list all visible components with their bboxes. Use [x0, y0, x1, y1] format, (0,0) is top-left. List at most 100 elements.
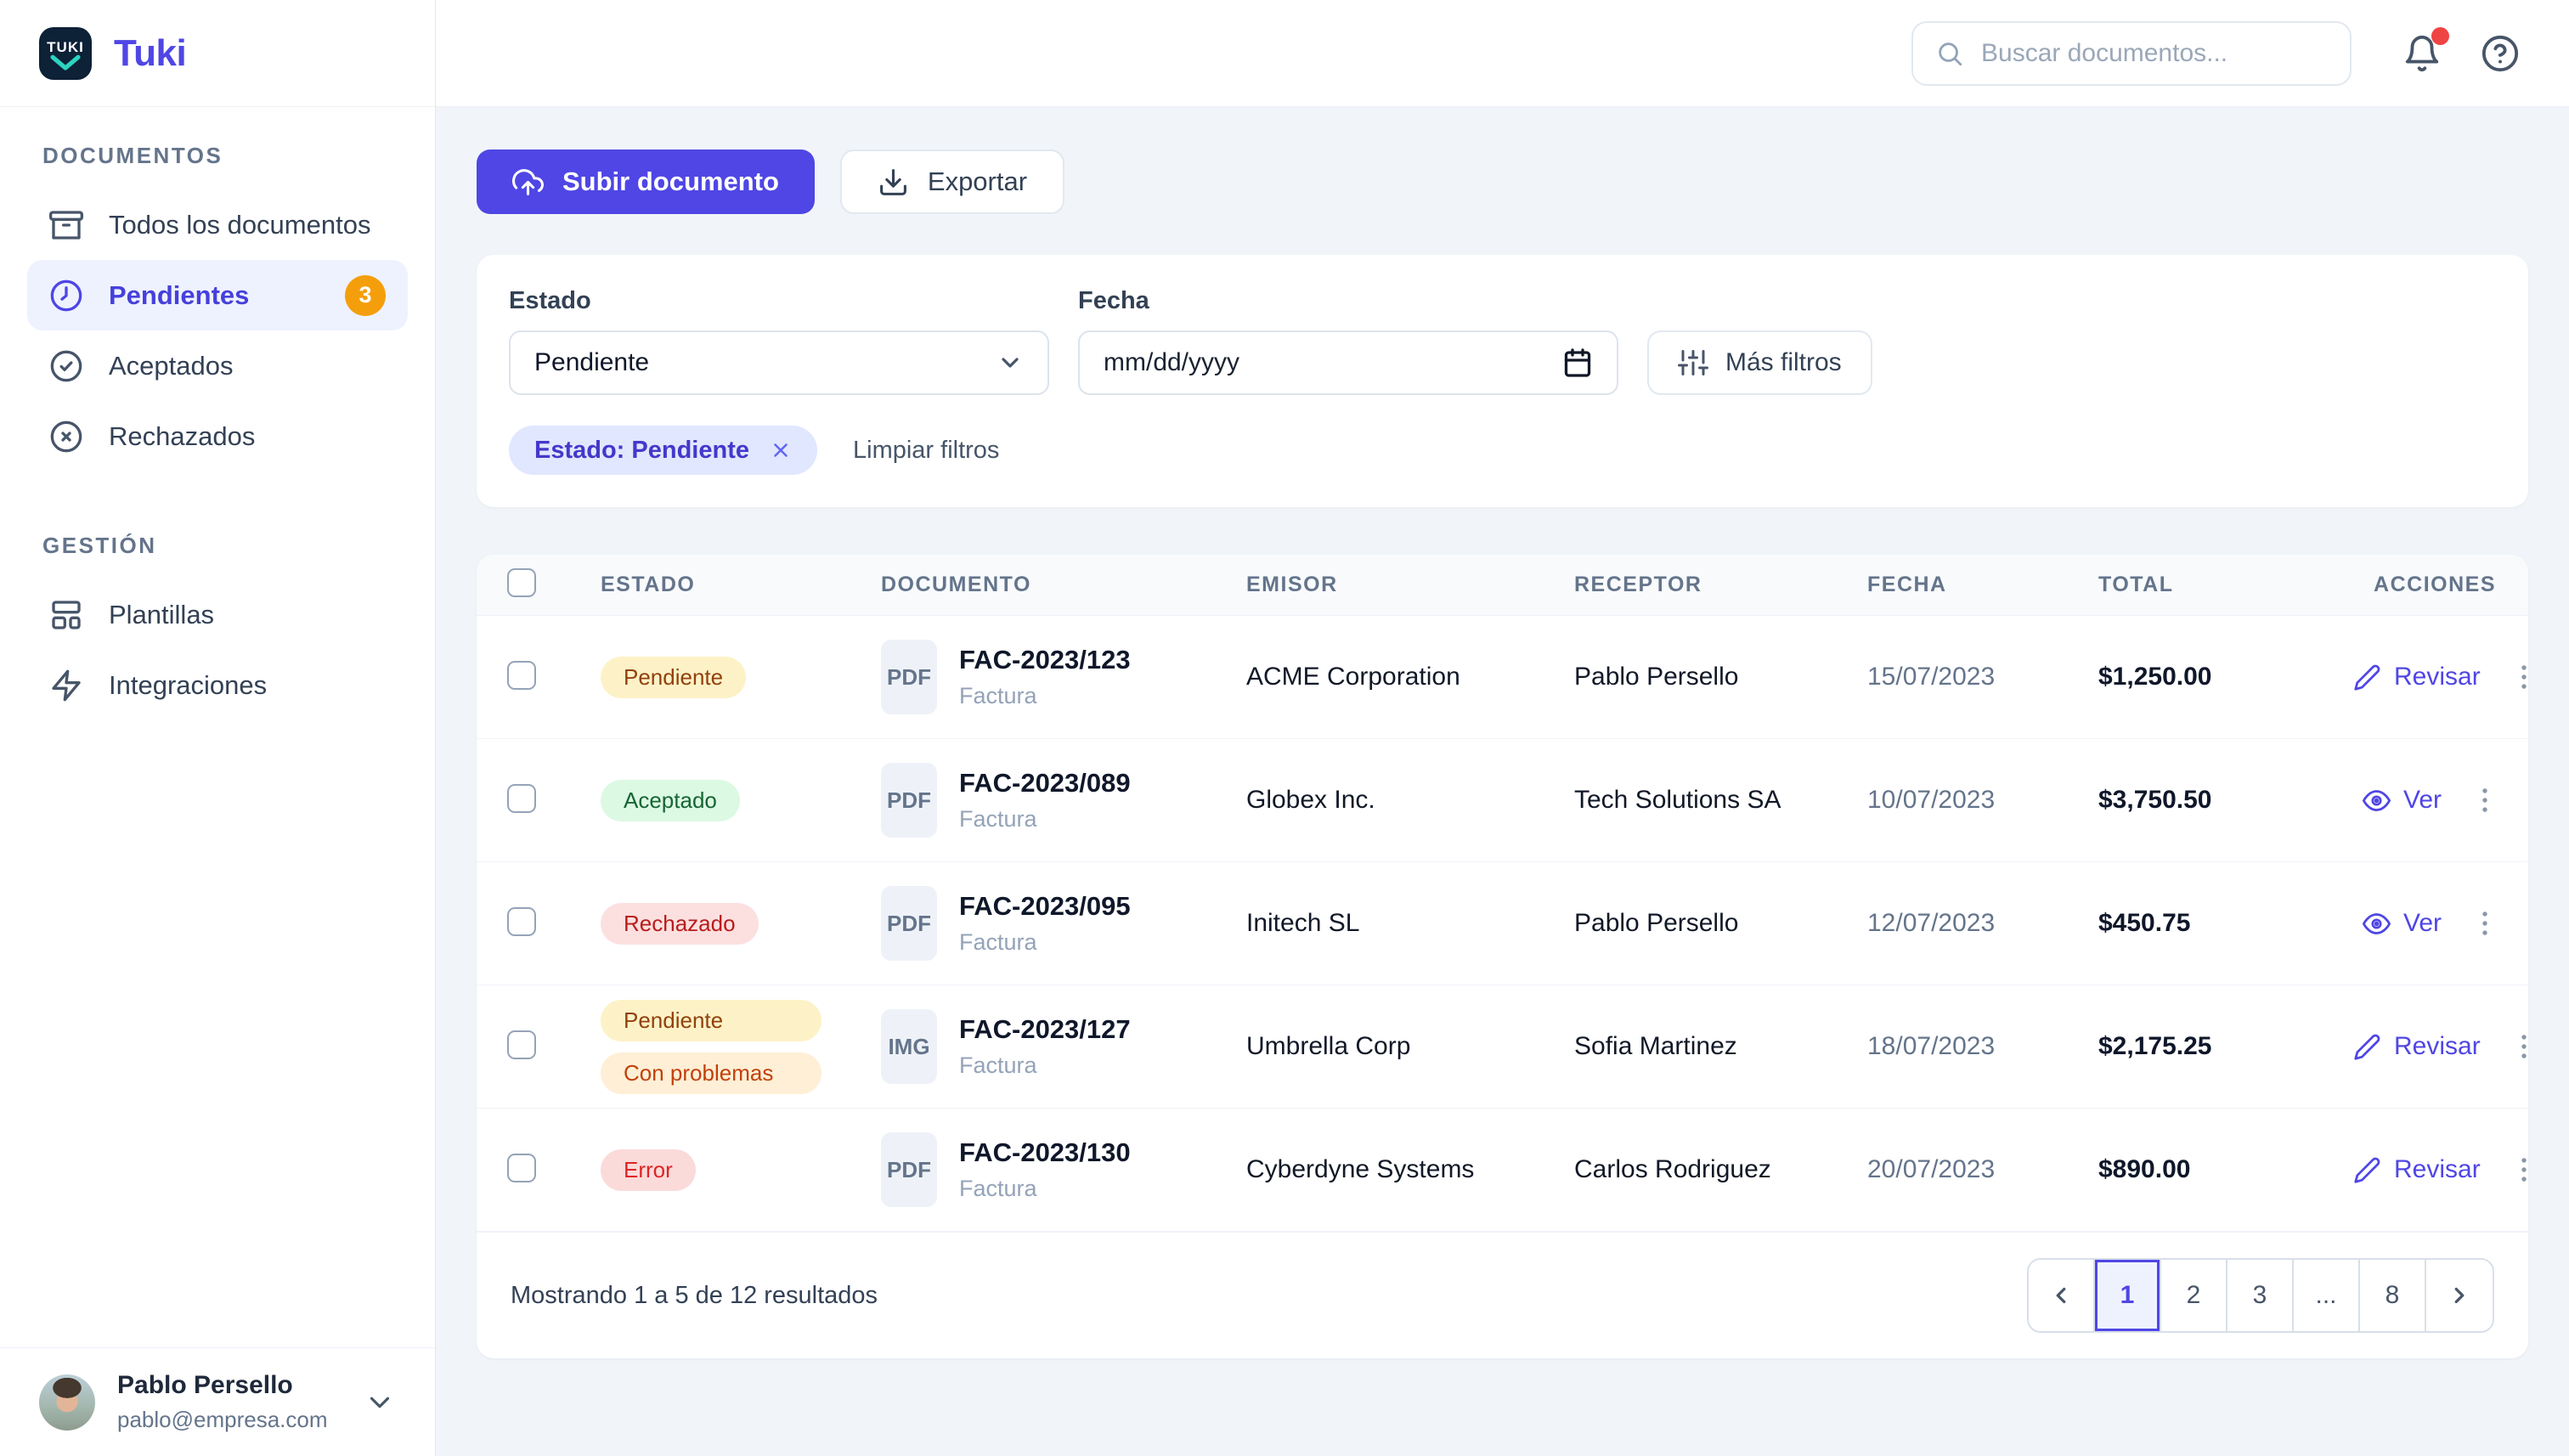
- row-checkbox[interactable]: [507, 661, 536, 690]
- pagination: 1 2 3 ... 8: [2027, 1258, 2494, 1333]
- help-button[interactable]: [2481, 34, 2520, 73]
- clock-icon: [49, 279, 83, 313]
- row-checkbox[interactable]: [507, 784, 536, 813]
- template-icon: [49, 598, 83, 632]
- page-button-1[interactable]: 1: [2095, 1260, 2161, 1331]
- remove-filter-button[interactable]: [770, 439, 792, 461]
- row-menu-button[interactable]: [2508, 1030, 2528, 1063]
- upload-document-button[interactable]: Subir documento: [477, 150, 815, 214]
- column-header-fecha: FECHA: [1867, 573, 2098, 597]
- document-cell: PDF FAC-2023/089 Factura: [881, 763, 1246, 838]
- calendar-icon[interactable]: [1562, 347, 1593, 378]
- more-vertical-icon: [2508, 661, 2528, 693]
- row-checkbox[interactable]: [507, 907, 536, 936]
- sidebar-item-integraciones[interactable]: Integraciones: [27, 650, 408, 720]
- revisar-button[interactable]: Revisar: [2353, 1032, 2481, 1061]
- total-cell: $2,175.25: [2098, 1032, 2353, 1061]
- chevron-left-icon: [2048, 1283, 2074, 1308]
- zap-icon: [49, 669, 83, 703]
- column-header-emisor: EMISOR: [1246, 573, 1574, 597]
- row-menu-button[interactable]: [2508, 661, 2528, 693]
- export-button[interactable]: Exportar: [840, 150, 1064, 214]
- next-page-button[interactable]: [2426, 1260, 2493, 1331]
- ver-button[interactable]: Ver: [2363, 909, 2442, 938]
- more-vertical-icon: [2508, 1154, 2528, 1186]
- sidebar-item-pendientes[interactable]: Pendientes 3: [27, 260, 408, 330]
- sidebar-nav: DOCUMENTOS Todos los documentos Pendient…: [0, 107, 435, 1347]
- status-badge: Pendiente: [601, 1000, 822, 1041]
- chevron-down-icon: [364, 1386, 396, 1419]
- receptor-cell: Carlos Rodriguez: [1574, 1155, 1867, 1184]
- sidebar-item-label: Integraciones: [109, 670, 267, 701]
- user-menu[interactable]: Pablo Persello pablo@empresa.com: [0, 1347, 435, 1456]
- sidebar: TUKI Tuki DOCUMENTOS Todos los documento…: [0, 0, 436, 1456]
- column-header-documento: DOCUMENTO: [881, 573, 1246, 597]
- revisar-button[interactable]: Revisar: [2353, 663, 2481, 691]
- download-icon: [878, 166, 909, 198]
- document-cell: PDF FAC-2023/123 Factura: [881, 640, 1246, 714]
- search-input[interactable]: [1981, 39, 2328, 68]
- check-circle-icon: [49, 349, 83, 383]
- status-badge: Error: [601, 1149, 696, 1191]
- chevron-right-icon: [2447, 1283, 2472, 1308]
- row-menu-button[interactable]: [2469, 907, 2501, 940]
- filter-chip-label: Estado: Pendiente: [534, 437, 749, 465]
- row-checkbox[interactable]: [507, 1154, 536, 1182]
- sidebar-item-rechazados[interactable]: Rechazados: [27, 401, 408, 471]
- more-filters-button[interactable]: Más filtros: [1647, 330, 1872, 395]
- main-area: Subir documento Exportar Estado Pendient…: [436, 0, 2569, 1456]
- page-button-2[interactable]: 2: [2161, 1260, 2227, 1331]
- more-vertical-icon: [2469, 784, 2501, 816]
- select-all-checkbox[interactable]: [507, 568, 536, 597]
- search-box: [1911, 21, 2352, 86]
- table-footer: Mostrando 1 a 5 de 12 resultados 1 2 3 .…: [477, 1232, 2528, 1358]
- estado-filter-group: Estado Pendiente: [509, 287, 1049, 395]
- toolbar: Subir documento Exportar: [477, 150, 2528, 214]
- estado-select[interactable]: Pendiente: [509, 330, 1049, 395]
- fecha-cell: 20/07/2023: [1867, 1155, 2098, 1184]
- sidebar-item-plantillas[interactable]: Plantillas: [27, 579, 408, 650]
- notification-dot: [2431, 27, 2449, 45]
- status-cell: Pendiente Con problemas: [601, 1000, 822, 1094]
- notifications-button[interactable]: [2402, 34, 2442, 73]
- row-menu-button[interactable]: [2508, 1154, 2528, 1186]
- receptor-cell: Pablo Persello: [1574, 909, 1867, 938]
- sidebar-item-label: Pendientes: [109, 280, 249, 311]
- sliders-icon: [1678, 347, 1708, 378]
- fecha-cell: 10/07/2023: [1867, 786, 2098, 815]
- status-cell: Aceptado: [601, 780, 881, 821]
- pending-count-badge: 3: [345, 275, 386, 316]
- sidebar-item-aceptados[interactable]: Aceptados: [27, 330, 408, 401]
- pencil-icon: [2353, 1156, 2381, 1184]
- more-vertical-icon: [2508, 1030, 2528, 1063]
- ver-button[interactable]: Ver: [2363, 786, 2442, 815]
- table-header-row: ESTADO DOCUMENTO EMISOR RECEPTOR FECHA T…: [477, 555, 2528, 616]
- column-header-receptor: RECEPTOR: [1574, 573, 1867, 597]
- estado-select-value: Pendiente: [534, 348, 649, 377]
- document-kind: Factura: [959, 806, 1131, 832]
- actions-cell: Revisar: [2353, 1154, 2528, 1186]
- status-badge: Aceptado: [601, 780, 740, 821]
- sidebar-item-todos-los-documentos[interactable]: Todos los documentos: [27, 189, 408, 260]
- clear-filters-button[interactable]: Limpiar filtros: [853, 437, 999, 465]
- table-row: Pendiente PDF FAC-2023/123 Factura ACME …: [477, 616, 2528, 739]
- pencil-icon: [2353, 1033, 2381, 1061]
- fecha-label: Fecha: [1078, 287, 1618, 315]
- page-button-3[interactable]: 3: [2227, 1260, 2294, 1331]
- fecha-input[interactable]: [1104, 348, 1562, 377]
- revisar-button[interactable]: Revisar: [2353, 1155, 2481, 1184]
- file-type-chip: PDF: [881, 1132, 937, 1207]
- action-label: Revisar: [2394, 1155, 2481, 1184]
- action-label: Ver: [2403, 909, 2442, 938]
- row-checkbox[interactable]: [507, 1030, 536, 1059]
- status-cell: Rechazado: [601, 903, 881, 945]
- section-label-gestion: GESTIÓN: [27, 533, 408, 559]
- fecha-input-wrapper: [1078, 330, 1618, 395]
- receptor-cell: Sofia Martinez: [1574, 1032, 1867, 1061]
- page-button-8[interactable]: 8: [2360, 1260, 2426, 1331]
- prev-page-button[interactable]: [2029, 1260, 2095, 1331]
- row-menu-button[interactable]: [2469, 784, 2501, 816]
- fecha-cell: 12/07/2023: [1867, 909, 2098, 938]
- content: Subir documento Exportar Estado Pendient…: [436, 107, 2569, 1456]
- fecha-cell: 18/07/2023: [1867, 1032, 2098, 1061]
